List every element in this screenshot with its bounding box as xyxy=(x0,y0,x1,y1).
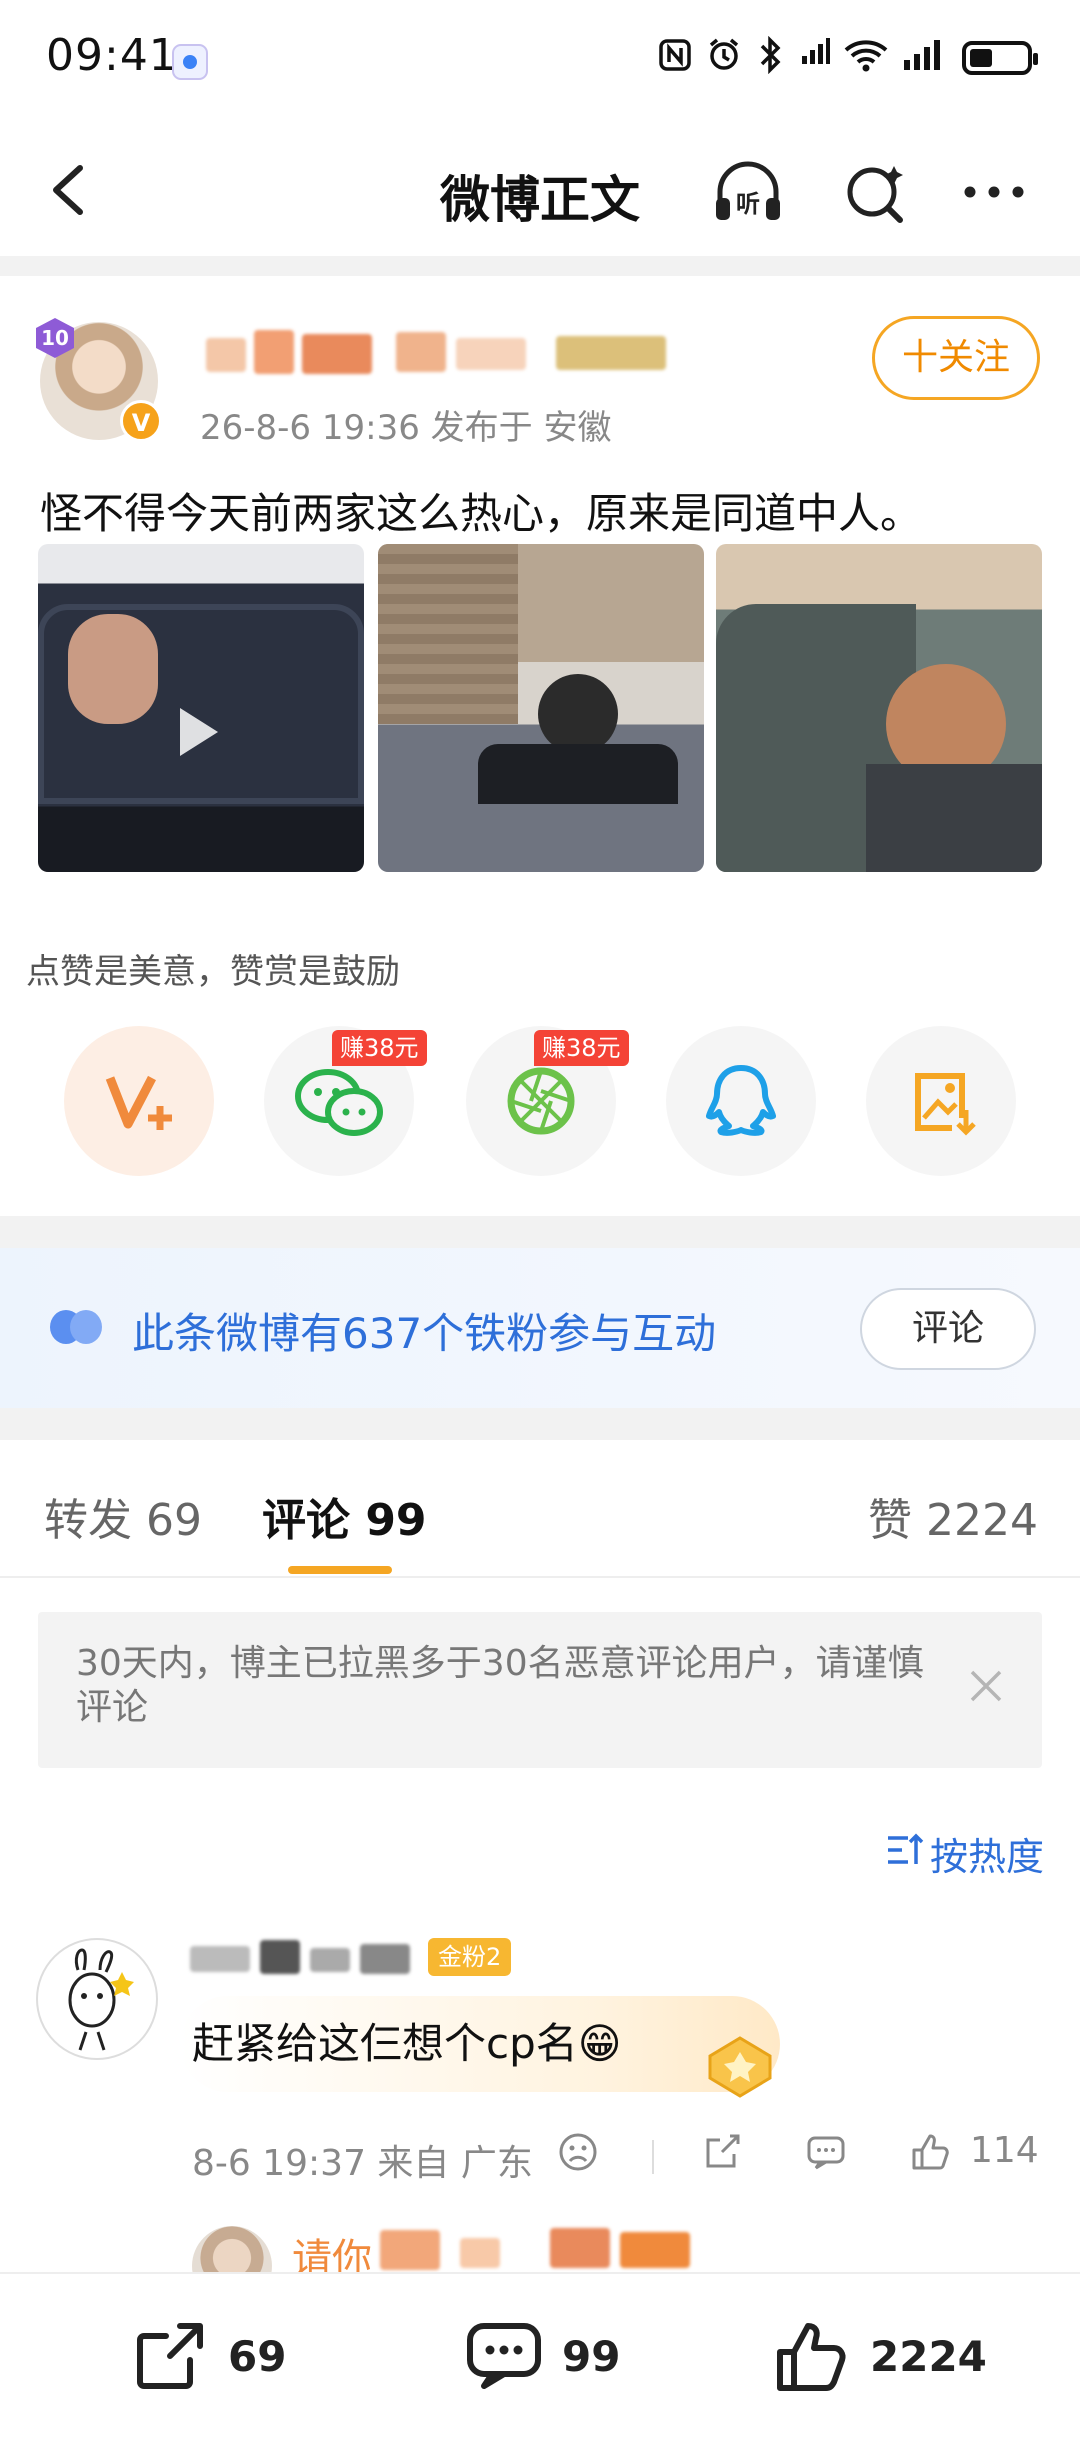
repost-icon xyxy=(137,2323,203,2389)
post-image-2[interactable] xyxy=(378,544,704,872)
comment-reply-button[interactable] xyxy=(804,2130,848,2183)
comment-text: 赶紧给这仨想个cp名😁 xyxy=(192,2019,622,2068)
tab-comment[interactable]: 评论 99 xyxy=(262,1484,427,1548)
sort-button[interactable] xyxy=(884,1830,924,1874)
reply-name-redacted xyxy=(380,2228,710,2272)
fan-badge: 金粉2 xyxy=(428,1938,512,1976)
save-image-button[interactable] xyxy=(866,1026,1016,1176)
signal-icon xyxy=(800,38,830,78)
comment-icon xyxy=(467,2323,541,2389)
app-notification-icon xyxy=(172,44,208,80)
post-image-3[interactable] xyxy=(716,544,1042,872)
battery-icon xyxy=(962,41,1038,75)
wifi-icon xyxy=(844,38,888,78)
status-icons xyxy=(658,34,1038,82)
verified-badge: V xyxy=(120,400,162,442)
follow-button[interactable]: 十关注 xyxy=(872,316,1040,400)
thumbs-up-icon xyxy=(777,2323,846,2391)
reward-tip: 点赞是美意，赞赏是鼓励 xyxy=(26,952,400,992)
commenter-avatar[interactable] xyxy=(36,1938,158,2060)
notice-text: 30天内，博主已拉黑多于30名恶意评论用户，请谨慎评论 xyxy=(76,1643,924,1728)
active-tab-indicator xyxy=(288,1566,392,1574)
nfc-icon xyxy=(658,38,692,78)
post-text: 怪不得今天前两家这么热心，原来是同道中人。 xyxy=(40,489,923,538)
close-icon xyxy=(970,1670,1002,1702)
qq-share-button[interactable] xyxy=(666,1026,816,1176)
bottom-repost-count: 69 xyxy=(228,2331,287,2381)
save-image-icon xyxy=(915,1073,976,1136)
sort-label[interactable]: 按热度 xyxy=(930,1826,1044,1881)
status-time: 09:41 xyxy=(46,30,178,81)
svg-text:听: 听 xyxy=(736,190,760,218)
search-icon xyxy=(847,166,903,223)
section-divider xyxy=(0,1408,1080,1440)
video-play-icon[interactable] xyxy=(180,708,218,756)
comment-repost-button[interactable] xyxy=(700,2130,744,2183)
vplus-icon xyxy=(105,1075,172,1130)
qq-icon xyxy=(706,1065,776,1136)
tab-repost[interactable]: 转发 69 xyxy=(44,1484,202,1548)
comment-icon xyxy=(807,2136,845,2170)
fans-text: 此条微博有637个铁粉参与互动 xyxy=(132,1309,717,1358)
wechat-earn-badge: 赚38元 xyxy=(332,1030,427,1066)
gold-medal-icon xyxy=(700,2032,780,2106)
bottom-comment-count: 99 xyxy=(562,2331,621,2381)
repost-icon xyxy=(706,2134,740,2168)
section-divider xyxy=(0,1216,1080,1248)
more-button[interactable] xyxy=(954,152,1034,232)
thumbs-up-icon xyxy=(912,2134,949,2170)
post-meta: 26-8-6 19:36 发布于 安徽 xyxy=(200,408,612,448)
tab-like[interactable]: 赞 2224 xyxy=(868,1484,1038,1548)
tabs-divider xyxy=(0,1576,1080,1578)
action-separator xyxy=(652,2140,654,2174)
section-divider xyxy=(0,256,1080,276)
page-title: 微博正文 xyxy=(440,171,640,229)
moments-earn-badge: 赚38元 xyxy=(534,1030,629,1066)
cell-signal-icon xyxy=(902,38,948,78)
sort-icon xyxy=(888,1833,924,1864)
bluetooth-icon xyxy=(756,35,786,80)
author-name-redacted[interactable] xyxy=(206,330,676,378)
comment-meta: 8-6 19:37 来自 广东 xyxy=(192,2143,533,2184)
fans-icon xyxy=(48,1308,106,1350)
listen-button[interactable]: 听 xyxy=(708,152,788,232)
close-notice-button[interactable] xyxy=(966,1666,1006,1717)
alarm-icon xyxy=(706,37,742,79)
headphones-icon: 听 xyxy=(716,161,780,220)
dislike-button[interactable] xyxy=(556,2130,600,2183)
sad-face-icon xyxy=(559,2133,597,2171)
commenter-name-redacted[interactable] xyxy=(190,1940,420,1976)
more-icon xyxy=(964,186,1024,198)
bottom-comment-button[interactable]: 99 xyxy=(464,2316,620,2396)
fans-comment-button[interactable]: 评论 xyxy=(860,1288,1036,1370)
vplus-share-button[interactable] xyxy=(64,1026,214,1176)
search-button[interactable] xyxy=(836,152,916,232)
bottom-repost-button[interactable]: 69 xyxy=(130,2316,286,2396)
bottom-like-button[interactable]: 2224 xyxy=(772,2316,987,2396)
comment-like-count: 114 xyxy=(970,2130,1039,2171)
bottom-like-count: 2224 xyxy=(870,2331,987,2381)
comment-like-button[interactable] xyxy=(908,2130,952,2183)
